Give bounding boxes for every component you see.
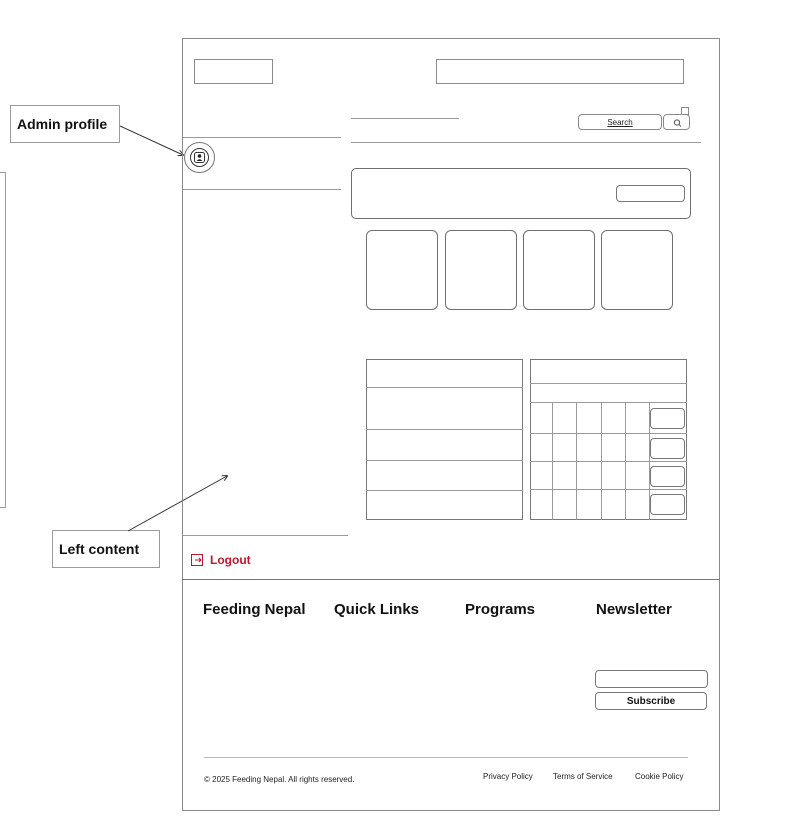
table-row-divider — [530, 489, 687, 490]
top-bar-placeholder — [436, 59, 684, 84]
stat-card — [366, 230, 438, 310]
table-col-divider — [576, 402, 577, 520]
table-subheader-divider — [530, 402, 687, 403]
table-row-action-button[interactable] — [650, 438, 685, 459]
table-row-divider — [530, 461, 687, 462]
footer-quick-links-heading: Quick Links — [334, 601, 420, 618]
privacy-policy-link[interactable]: Privacy Policy — [483, 772, 533, 781]
footer-programs-heading: Programs — [465, 601, 536, 618]
stat-card — [523, 230, 595, 310]
admin-profile-callout-label: Admin profile — [17, 116, 108, 132]
terms-of-service-link[interactable]: Terms of Service — [553, 772, 613, 781]
table-row-divider — [530, 433, 687, 434]
footer-brand: Feeding Nepal — [203, 601, 306, 618]
stat-card — [445, 230, 517, 310]
search-placeholder: Search — [607, 117, 633, 127]
logout-button[interactable]: Logout — [191, 552, 261, 568]
newsletter-email-input[interactable] — [595, 670, 708, 688]
table-row-action-button[interactable] — [650, 408, 685, 429]
sidebar-bottom-divider — [183, 535, 348, 536]
banner-action-button[interactable] — [616, 185, 685, 202]
cookie-policy-link[interactable]: Cookie Policy — [635, 772, 683, 781]
page-title-line — [351, 118, 459, 119]
table-row-action-button[interactable] — [650, 466, 685, 487]
left-partial-box — [0, 172, 6, 508]
copyright-text: © 2025 Feeding Nepal. All rights reserve… — [204, 775, 355, 784]
subscribe-label: Subscribe — [626, 695, 676, 707]
logout-icon — [191, 553, 203, 566]
sidebar-profile-divider — [183, 189, 341, 190]
list-row-divider — [366, 429, 523, 430]
sidebar-top-divider — [183, 137, 341, 138]
avatar-inner — [190, 148, 209, 167]
logout-label: Logout — [210, 553, 251, 567]
user-icon — [194, 152, 205, 163]
footer-bottom-divider — [204, 757, 688, 758]
table-row-action-button[interactable] — [650, 494, 685, 515]
left-content-callout-label: Left content — [59, 541, 140, 557]
table-header-divider — [530, 383, 687, 384]
list-row-divider — [366, 490, 523, 491]
list-panel — [366, 359, 523, 520]
table-col-divider — [601, 402, 602, 520]
search-button[interactable] — [663, 114, 690, 130]
table-col-divider — [625, 402, 626, 520]
subscribe-button[interactable]: Subscribe — [595, 692, 707, 710]
stat-card — [601, 230, 673, 310]
list-row-divider — [366, 460, 523, 461]
search-icon — [673, 119, 682, 127]
header-divider — [351, 142, 701, 143]
list-row-divider — [366, 387, 523, 388]
search-input[interactable]: Search — [578, 114, 662, 130]
small-checkbox[interactable] — [681, 107, 689, 115]
left-content-callout: Left content — [52, 530, 160, 568]
avatar[interactable] — [184, 142, 215, 173]
footer-newsletter-heading: Newsletter — [596, 601, 672, 618]
admin-profile-callout: Admin profile — [10, 105, 120, 143]
footer-top-border — [182, 579, 720, 580]
logo-placeholder — [194, 59, 273, 84]
admin-profile-arrow — [119, 125, 183, 155]
table-col-divider — [552, 402, 553, 520]
